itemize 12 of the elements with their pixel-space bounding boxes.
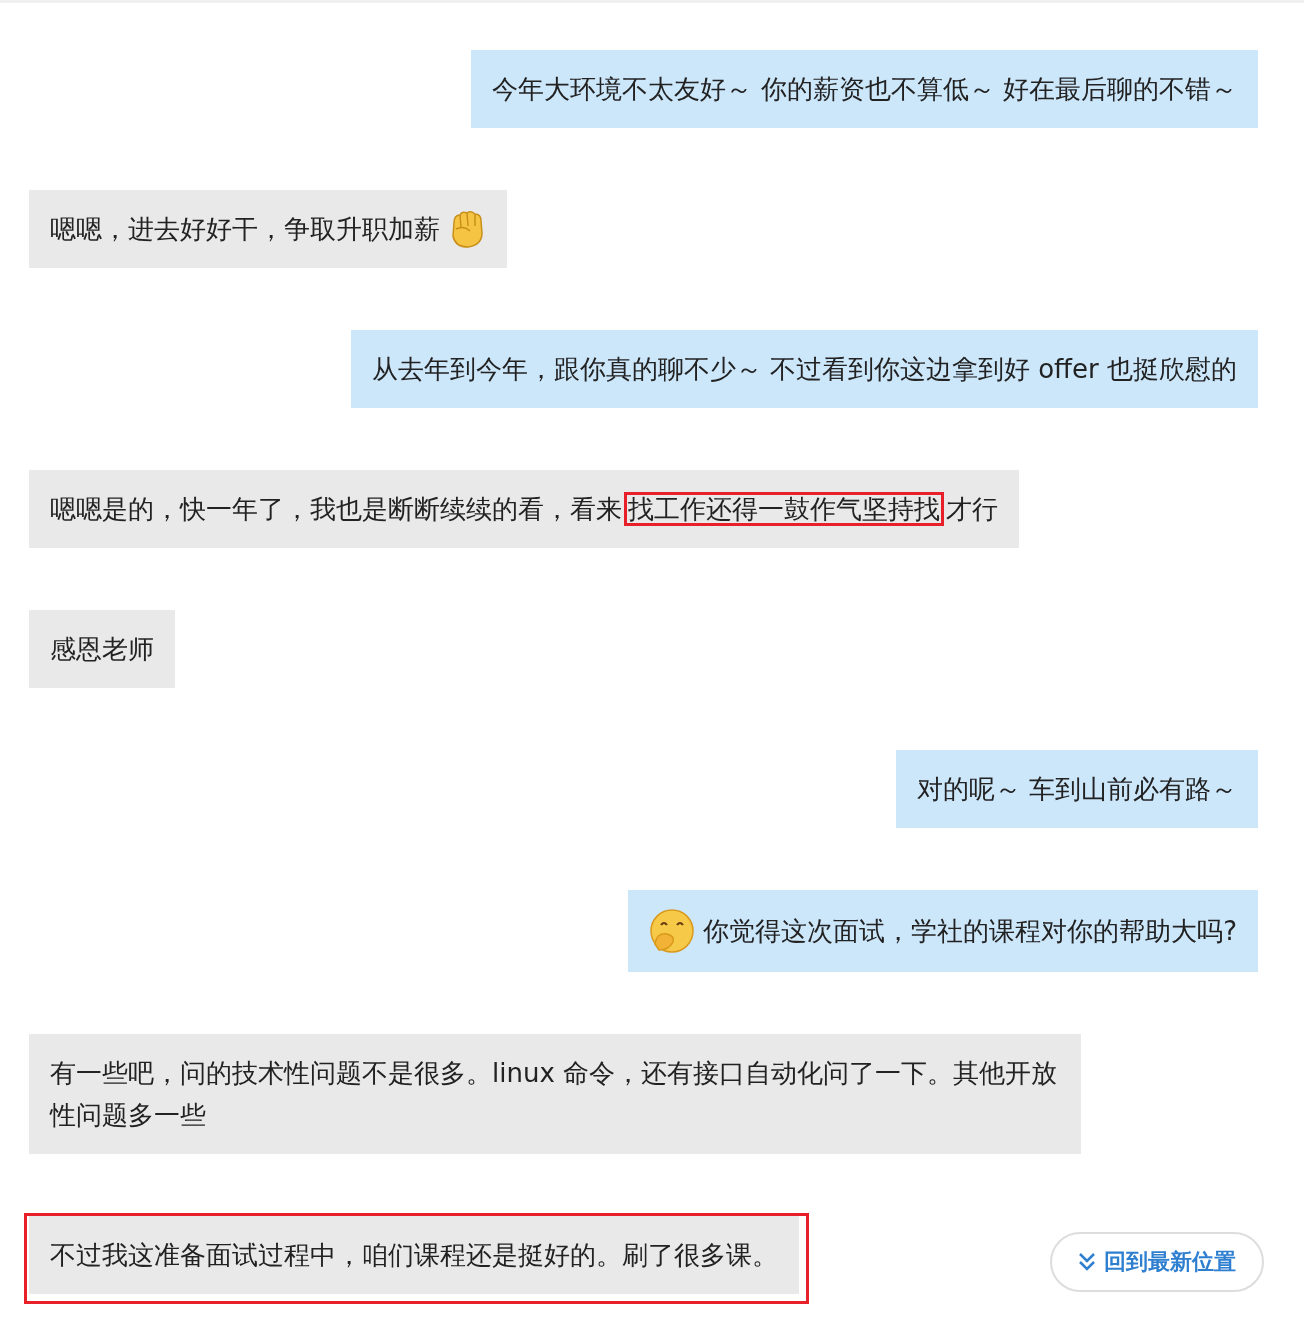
message-text: 不过我这准备面试过程中，咱们课程还是挺好的。刷了很多课。 [50, 1239, 778, 1272]
double-chevron-down-icon [1078, 1252, 1096, 1272]
message-text: 今年大环境不太友好～ 你的薪资也不算低～ 好在最后聊的不错～ [492, 73, 1237, 106]
message-text: 嗯嗯，进去好好干，争取升职加薪 [50, 213, 440, 246]
message-text: 有一些吧，问的技术性问题不是很多。linux 命令，还有接口自动化问了一下。其他开放性问题多一些 [50, 1057, 1059, 1132]
message-text: 感恩老师 [50, 633, 154, 666]
jump-to-latest-button[interactable]: 回到最新位置 [1050, 1232, 1264, 1292]
message-text: 对的呢～ 车到山前必有路～ [916, 773, 1237, 806]
message-text: 嗯嗯是的，快一年了，我也是断断续续的看，看来 找工作还得一鼓作气坚持找 才行 [50, 493, 998, 526]
message-text: 你觉得这次面试，学社的课程对你的帮助大吗? [703, 915, 1237, 948]
message-text: 从去年到今年，跟你真的聊不少～ 不过看到你这边拿到好 offer 也挺欣慰的 [371, 353, 1237, 386]
giggle-emoji-icon [649, 908, 696, 954]
